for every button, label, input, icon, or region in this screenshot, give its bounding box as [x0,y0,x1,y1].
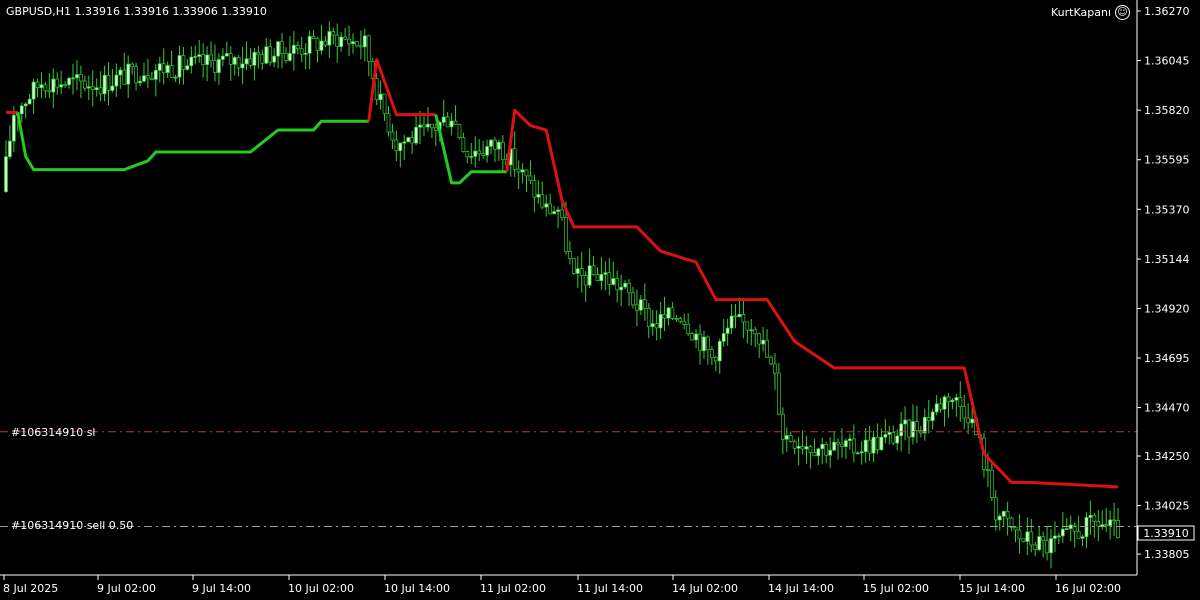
y-tick-label: 1.36045 [1144,55,1190,68]
y-tick-label: 1.35595 [1144,154,1190,167]
candle [457,123,462,140]
candle [406,136,411,143]
brand-label: KurtKapanı ☺ [1051,5,1130,20]
y-tick-label: 1.33805 [1144,548,1190,561]
x-tick-label: 14 Jul 02:00 [672,582,738,595]
x-tick-label: 16 Jul 02:00 [1055,582,1121,595]
entry-order-label: #106314910 sell 0.50 [11,519,134,532]
x-tick-label: 11 Jul 02:00 [480,582,546,595]
x-tick-label: 10 Jul 02:00 [288,582,354,595]
x-tick-label: 14 Jul 14:00 [768,582,834,595]
y-tick-label: 1.34920 [1144,302,1190,315]
y-tick-label: 1.35820 [1144,104,1190,117]
x-tick-label: 15 Jul 02:00 [863,582,929,595]
price-tag-text: 1.33910 [1143,527,1189,540]
smiley-icon: ☺ [1115,5,1130,20]
price-chart[interactable]: 1.36270 1.36045 1.35820 1.35595 1.35370 1.351… [0,0,1200,600]
x-tick-label: 9 Jul 14:00 [192,582,251,595]
brand-text: KurtKapanı [1051,6,1111,19]
x-tick-label: 9 Jul 02:00 [97,582,156,595]
chart-background [0,0,1200,600]
y-tick-label: 1.34250 [1144,450,1190,463]
x-tick-label: 8 Jul 2025 [3,582,58,595]
y-tick-label: 1.34695 [1144,352,1190,365]
price-tag: 1.33910 [1137,525,1195,541]
symbol-info: GBPUSD,H1 1.33916 1.33916 1.33906 1.3391… [6,5,267,18]
y-tick-label: 1.35144 [1144,253,1190,266]
y-tick-label: 1.35370 [1144,203,1190,216]
x-tick-label: 11 Jul 14:00 [577,582,643,595]
y-tick-label: 1.36270 [1144,5,1190,18]
stop-loss-label: #106314910 sl [11,426,96,439]
x-tick-label: 15 Jul 14:00 [959,582,1025,595]
candle [571,257,576,275]
y-tick-label: 1.34025 [1144,500,1190,513]
x-tick-label: 10 Jul 14:00 [384,582,450,595]
y-tick-label: 1.34470 [1144,402,1190,415]
candle [1021,538,1026,543]
